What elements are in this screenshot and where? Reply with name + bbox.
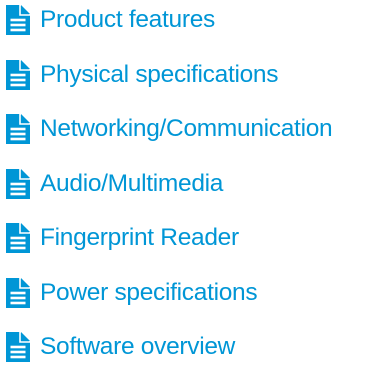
link-label: Audio/Multimedia bbox=[40, 169, 224, 197]
link-label: Fingerprint Reader bbox=[40, 224, 239, 251]
document-icon bbox=[6, 168, 30, 199]
link-label: Power specifications bbox=[40, 278, 258, 306]
link-physical-specifications[interactable]: Physical specifications bbox=[6, 59, 369, 90]
link-power-specifications[interactable]: Power specifications bbox=[6, 277, 369, 308]
link-networking-communication[interactable]: Networking/Communication bbox=[6, 114, 369, 144]
link-audio-multimedia[interactable]: Audio/Multimedia bbox=[6, 168, 369, 199]
document-icon bbox=[6, 277, 30, 308]
document-icon bbox=[6, 59, 30, 90]
document-icon bbox=[6, 332, 30, 362]
document-icon bbox=[6, 114, 30, 144]
link-label: Physical specifications bbox=[40, 60, 279, 88]
spec-section-list: Product features Physical specifications N… bbox=[6, 5, 369, 362]
link-software-overview[interactable]: Software overview bbox=[6, 332, 369, 362]
link-product-features[interactable]: Product features bbox=[6, 5, 369, 35]
link-label: Networking/Communication bbox=[40, 115, 333, 142]
link-label: Software overview bbox=[40, 333, 236, 360]
link-label: Product features bbox=[40, 6, 215, 33]
document-icon bbox=[6, 223, 30, 253]
link-fingerprint-reader[interactable]: Fingerprint Reader bbox=[6, 223, 369, 253]
document-icon bbox=[6, 5, 30, 35]
